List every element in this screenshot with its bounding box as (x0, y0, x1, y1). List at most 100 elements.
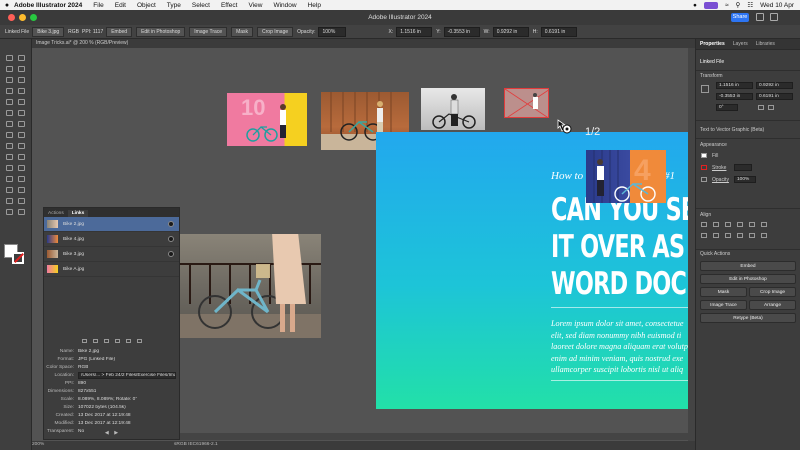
relink-cc-icon[interactable] (92, 338, 98, 343)
show-link-info-icon[interactable] (81, 338, 87, 343)
menu-object[interactable]: Object (137, 2, 156, 9)
previous-link-icon[interactable]: ◀ (105, 430, 109, 436)
graph-tool-icon[interactable] (6, 187, 13, 193)
scale-tool-icon[interactable] (6, 132, 13, 138)
apple-icon[interactable]: ● (0, 2, 14, 9)
qa-retype-button[interactable]: Retype (Beta) (700, 313, 796, 323)
horizontal-scrollbar[interactable] (180, 433, 688, 440)
photo-bike-blue-wall[interactable]: 4 (586, 150, 666, 203)
x-field[interactable]: 1.1516 in (396, 26, 433, 37)
shape-builder-tool-icon[interactable] (18, 143, 25, 149)
qa-edit-photoshop-button[interactable]: Edit in Photoshop (700, 274, 796, 284)
qa-embed-button[interactable]: Embed (700, 261, 796, 271)
mesh-tool-icon[interactable] (18, 154, 25, 160)
camera-icon[interactable]: ● (693, 2, 697, 9)
link-row[interactable]: Bike A.jpg (44, 262, 179, 277)
prop-opacity-field[interactable]: 100% (734, 176, 756, 183)
line-tool-icon[interactable] (18, 88, 25, 94)
shaper-tool-icon[interactable] (18, 110, 25, 116)
menu-window[interactable]: Window (273, 2, 296, 9)
slice-tool-icon[interactable] (6, 198, 13, 204)
align-option-icon[interactable] (701, 222, 707, 227)
link-row[interactable]: Bike 3.jpg (44, 247, 179, 262)
edit-toolbar-icon[interactable] (18, 209, 25, 215)
prop-y-field[interactable]: -0.3553 in (716, 93, 753, 100)
free-transform-tool-icon[interactable] (6, 143, 13, 149)
align-option-icon[interactable] (725, 233, 731, 238)
perspective-tool-icon[interactable] (6, 154, 13, 160)
type-tool-icon[interactable] (6, 88, 13, 94)
menu-effect[interactable]: Effect (221, 2, 238, 9)
info-value[interactable]: /Users/... > Feb 24/2 Files/Exercise Fil… (78, 371, 176, 379)
align-option-icon[interactable] (725, 222, 731, 227)
pen-tool-icon[interactable] (6, 77, 13, 83)
fill-color-swatch[interactable] (701, 153, 707, 158)
update-link-icon[interactable] (125, 338, 131, 343)
document-tab[interactable]: Image Tricks.ai* @ 200 % (RGB/Preview) (36, 40, 128, 46)
zoom-window-button[interactable] (30, 14, 37, 21)
qa-image-trace-button[interactable]: Image Trace (700, 300, 747, 310)
tab-links[interactable]: Links (67, 210, 89, 217)
symbol-sprayer-tool-icon[interactable] (18, 176, 25, 182)
lasso-tool-icon[interactable] (18, 66, 25, 72)
edit-original-icon[interactable] (136, 338, 142, 343)
control-center-icon[interactable]: ☷ (747, 1, 753, 9)
opacity-field[interactable]: 100% (318, 26, 347, 37)
tab-libraries[interactable]: Libraries (756, 41, 775, 47)
eraser-tool-icon[interactable] (6, 121, 13, 127)
eyedropper-tool-icon[interactable] (18, 165, 25, 171)
prop-h-field[interactable]: 0.6191 in (756, 93, 793, 100)
tab-actions[interactable]: Actions (44, 210, 68, 217)
tab-properties[interactable]: Properties (700, 41, 725, 47)
menu-type[interactable]: Type (167, 2, 181, 9)
align-option-icon[interactable] (737, 233, 743, 238)
pencil-tool-icon[interactable] (6, 110, 13, 116)
align-option-icon[interactable] (749, 233, 755, 238)
flip-horizontal-icon[interactable] (758, 105, 764, 110)
embed-button[interactable]: Embed (106, 26, 133, 37)
menu-select[interactable]: Select (192, 2, 210, 9)
stroke-swatch[interactable] (12, 252, 24, 264)
qa-crop-image-button[interactable]: Crop Image (749, 287, 796, 297)
qa-arrange-button[interactable]: Arrange (749, 300, 796, 310)
zoom-level[interactable]: 200% (32, 442, 44, 447)
paintbrush-tool-icon[interactable] (18, 99, 25, 105)
artboard-tool-icon[interactable] (18, 187, 25, 193)
h-field[interactable]: 0.6191 in (540, 26, 577, 37)
vertical-scrollbar[interactable] (688, 48, 695, 441)
link-row[interactable]: Bike 4.jpg (44, 232, 179, 247)
reference-point-icon[interactable] (701, 85, 709, 93)
zoom-tool-icon[interactable] (6, 209, 13, 215)
minimize-window-button[interactable] (19, 14, 26, 21)
image-trace-button[interactable]: Image Trace (189, 26, 228, 37)
search-icon[interactable]: ⚲ (736, 1, 741, 9)
menu-file[interactable]: File (93, 2, 103, 9)
opacity-label[interactable]: Opacity (712, 177, 729, 183)
arrange-documents-icon[interactable] (770, 13, 778, 21)
align-option-icon[interactable] (713, 233, 719, 238)
prop-angle-field[interactable]: 0° (716, 104, 738, 111)
menu-help[interactable]: Help (308, 2, 321, 9)
align-option-icon[interactable] (713, 222, 719, 227)
crop-image-button[interactable]: Crop Image (257, 26, 294, 37)
stroke-color-swatch[interactable] (701, 165, 707, 170)
align-option-icon[interactable] (761, 222, 767, 227)
photo-bike-selected[interactable] (504, 88, 549, 118)
menu-view[interactable]: View (248, 2, 262, 9)
prop-w-field[interactable]: 0.9292 in (756, 82, 793, 89)
align-option-icon[interactable] (749, 222, 755, 227)
align-option-icon[interactable] (701, 233, 707, 238)
menu-app-name[interactable]: Adobe Illustrator 2024 (14, 2, 82, 9)
file-name-link[interactable]: Bike 3.jpg (32, 26, 65, 37)
hand-tool-icon[interactable] (18, 198, 25, 204)
align-option-icon[interactable] (737, 222, 743, 227)
qa-mask-button[interactable]: Mask (700, 287, 747, 297)
curvature-tool-icon[interactable] (18, 77, 25, 83)
flip-vertical-icon[interactable] (768, 105, 774, 110)
next-link-icon[interactable]: ▶ (114, 430, 118, 436)
go-to-link-icon[interactable] (114, 338, 120, 343)
wifi-icon[interactable]: ≈ (725, 2, 729, 9)
tab-layers[interactable]: Layers (733, 41, 748, 47)
menubar-clock[interactable]: Wed 10 Apr (760, 2, 794, 9)
align-option-icon[interactable] (761, 233, 767, 238)
